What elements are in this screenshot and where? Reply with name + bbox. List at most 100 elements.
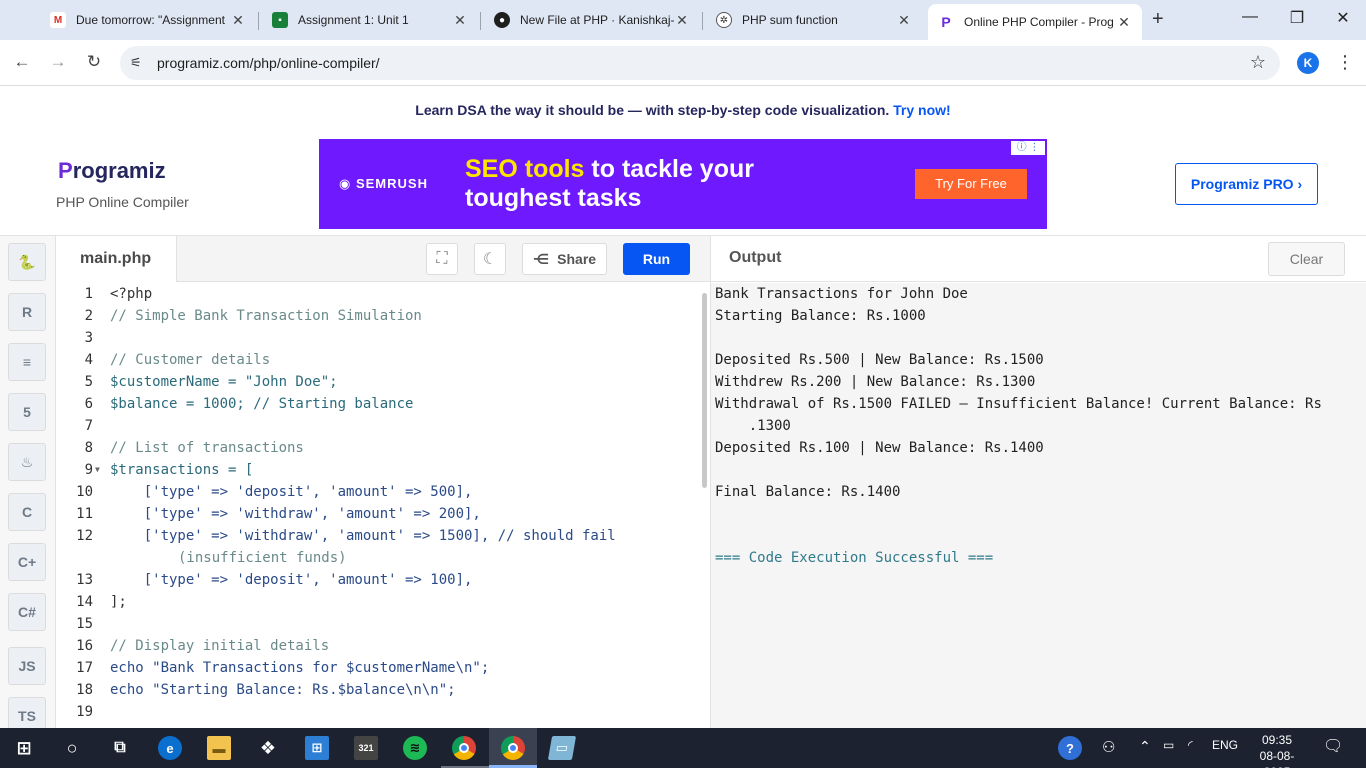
spotify-icon[interactable]: ≋: [403, 736, 427, 760]
tab-programiz[interactable]: P Online PHP Compiler - Prog ✕: [928, 4, 1142, 40]
code-line: <?php: [110, 286, 153, 302]
tab-title: New File at PHP · Kanishkaj-: [520, 13, 674, 27]
tab-chatgpt[interactable]: ✲ PHP sum function ✕: [706, 6, 922, 34]
compiler-subtitle: PHP Online Compiler: [56, 194, 189, 210]
output-line: Bank Transactions for John Doe: [715, 286, 968, 302]
clapper-icon[interactable]: 321: [354, 736, 378, 760]
reload-icon[interactable]: ↻: [84, 52, 104, 72]
file-tab[interactable]: main.php: [56, 236, 177, 282]
task-view-icon[interactable]: ⧉: [108, 736, 132, 760]
code-line: ['type' => 'deposit', 'amount' => 100],: [110, 572, 473, 588]
chrome-active-icon[interactable]: [501, 736, 525, 760]
r-icon[interactable]: R: [8, 293, 46, 331]
cpp-icon[interactable]: C+: [8, 543, 46, 581]
ad-brand: ◉ SEMRUSH: [339, 176, 428, 191]
new-tab-button[interactable]: +: [1152, 8, 1164, 31]
close-icon[interactable]: ✕: [1116, 14, 1132, 31]
back-icon[interactable]: ←: [12, 52, 32, 72]
forward-icon[interactable]: →: [48, 52, 68, 72]
fold-arrow-icon[interactable]: ▼: [95, 459, 100, 481]
code-line: ['type' => 'withdraw', 'amount' => 1500]…: [110, 528, 616, 544]
browser-tab-bar: M Due tomorrow: "Assignment ✕ ▪ Assignme…: [0, 0, 1366, 40]
code-line: echo "Bank Transactions for $customerNam…: [110, 660, 490, 676]
language-indicator[interactable]: ENG: [1212, 738, 1238, 752]
edge-icon[interactable]: e: [158, 736, 182, 760]
programiz-logo[interactable]: Programiz: [58, 158, 166, 184]
output-line: Final Balance: Rs.1400: [715, 484, 901, 500]
code-editor[interactable]: 1 <?php 2// Simple Bank Transaction Simul…: [56, 283, 710, 728]
java-icon[interactable]: ♨: [8, 443, 46, 481]
code-line: $transactions = [: [110, 462, 254, 478]
system-clock[interactable]: 09:35 08-08-2025: [1250, 732, 1304, 780]
sql-icon[interactable]: ≡: [8, 343, 46, 381]
store-icon[interactable]: ⊞: [305, 736, 329, 760]
clock-time: 09:35: [1261, 733, 1293, 747]
dark-mode-icon[interactable]: ☾: [474, 243, 506, 275]
search-icon[interactable]: ○: [60, 736, 84, 760]
profile-avatar[interactable]: K: [1297, 52, 1319, 74]
site-info-icon[interactable]: ⚟: [130, 55, 142, 71]
help-icon[interactable]: ?: [1058, 736, 1082, 760]
minimize-icon[interactable]: —: [1240, 8, 1260, 26]
url-text[interactable]: programiz.com/php/online-compiler/: [157, 55, 380, 71]
promo-banner: Learn DSA the way it should be — with st…: [0, 88, 1366, 132]
tab-title: Due tomorrow: "Assignment: [76, 13, 225, 27]
share-icon: ⋲: [532, 250, 550, 267]
file-explorer-icon[interactable]: ▬: [207, 736, 231, 760]
output-line: Withdrawal of Rs.1500 FAILED – Insuffici…: [715, 396, 1322, 412]
advertisement[interactable]: ◉ SEMRUSH SEO tools to tackle your tough…: [319, 139, 1047, 229]
notifications-icon[interactable]: 🗨: [1323, 736, 1343, 756]
battery-icon[interactable]: ▭: [1163, 738, 1174, 752]
clock-date: 08-08-2025: [1259, 749, 1295, 779]
tab-gmail[interactable]: M Due tomorrow: "Assignment ✕: [40, 6, 256, 34]
windows-start-icon[interactable]: ⊞: [12, 736, 36, 760]
output-line: Withdrew Rs.200 | New Balance: Rs.1300: [715, 374, 1036, 390]
ad-headline: SEO tools to tackle your toughest tasks: [465, 155, 754, 212]
close-window-icon[interactable]: ✕: [1333, 8, 1353, 28]
output-success-line: === Code Execution Successful ===: [715, 550, 994, 566]
csharp-icon[interactable]: C#: [8, 593, 46, 631]
close-icon[interactable]: ✕: [674, 12, 690, 29]
share-button[interactable]: ⋲ Share: [522, 243, 607, 275]
notepad-icon[interactable]: ▭: [547, 736, 577, 760]
output-console: Bank Transactions for John Doe Starting …: [711, 283, 1366, 728]
clear-button[interactable]: Clear: [1268, 242, 1345, 276]
tab-classroom[interactable]: ▪ Assignment 1: Unit 1 ✕: [262, 6, 478, 34]
close-icon[interactable]: ✕: [230, 12, 246, 29]
programiz-icon: P: [938, 14, 954, 30]
logo-mark: P: [58, 158, 73, 183]
address-bar-row: ← → ↻ ⚟ programiz.com/php/online-compile…: [0, 40, 1366, 86]
dropbox-icon[interactable]: ❖: [256, 736, 280, 760]
omnibox[interactable]: ⚟ programiz.com/php/online-compiler/ ☆: [120, 46, 1280, 80]
output-line: Starting Balance: Rs.1000: [715, 308, 926, 324]
run-button[interactable]: Run: [623, 243, 690, 275]
restore-icon[interactable]: ❐: [1287, 8, 1307, 28]
c-icon[interactable]: C: [8, 493, 46, 531]
tray-expand-icon[interactable]: ⌃: [1139, 738, 1151, 755]
close-icon[interactable]: ✕: [452, 12, 468, 29]
classroom-icon: ▪: [272, 12, 288, 28]
chrome-icon[interactable]: [452, 736, 476, 760]
code-line: ];: [110, 594, 127, 610]
wifi-icon[interactable]: ◜: [1188, 738, 1193, 752]
fullscreen-icon[interactable]: ⛶: [426, 243, 458, 275]
python-icon[interactable]: 🐍: [8, 243, 46, 281]
banner-link[interactable]: Try now!: [893, 102, 951, 118]
editor-header: main.php ⛶ ☾ ⋲ Share Run: [56, 236, 710, 282]
tab-title: Assignment 1: Unit 1: [298, 13, 409, 27]
editor-scrollbar[interactable]: [702, 293, 707, 488]
javascript-icon[interactable]: JS: [8, 647, 46, 685]
html-icon[interactable]: 5: [8, 393, 46, 431]
output-line: Deposited Rs.500 | New Balance: Rs.1500: [715, 352, 1044, 368]
browser-menu-icon[interactable]: ⋮: [1336, 52, 1354, 73]
people-icon[interactable]: ⚇: [1102, 738, 1115, 756]
tab-github[interactable]: ● New File at PHP · Kanishkaj- ✕: [484, 6, 700, 34]
bookmark-star-icon[interactable]: ☆: [1250, 52, 1266, 73]
ad-cta-button[interactable]: Try For Free: [915, 169, 1027, 199]
tab-title: Online PHP Compiler - Prog: [964, 15, 1114, 29]
ad-info-icon[interactable]: ⓘ ⋮: [1011, 141, 1045, 155]
code-line: // Display initial details: [110, 638, 330, 654]
logo-text: rogramiz: [72, 158, 166, 183]
programiz-pro-button[interactable]: Programiz PRO ›: [1175, 163, 1318, 205]
close-icon[interactable]: ✕: [896, 12, 912, 29]
